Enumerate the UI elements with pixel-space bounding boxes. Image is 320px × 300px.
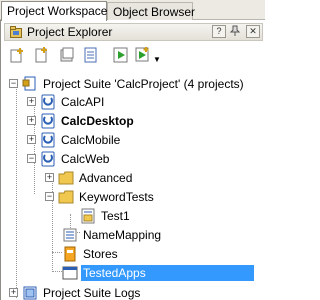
tree-item-label: Test1: [101, 208, 130, 223]
pin-icon[interactable]: [228, 25, 242, 38]
tree-item-calcmobile[interactable]: + CalcMobile: [27, 130, 122, 149]
tree-line: [52, 271, 62, 272]
panel-title: Project Explorer: [27, 25, 113, 39]
open-icon[interactable]: [59, 47, 75, 63]
tree-item-label: CalcWeb: [61, 151, 110, 166]
new-item-icon[interactable]: [33, 47, 49, 63]
name-mapping-icon: [63, 228, 77, 241]
expand-icon[interactable]: +: [27, 135, 36, 144]
tree-line: [16, 82, 17, 298]
project-explorer-panel: Project Explorer ? ✕ ▼ − Project Suite '…: [0, 20, 265, 300]
workspace-tabs: Project Workspace Object Browser: [0, 0, 265, 21]
tree-item-label: CalcMobile: [61, 132, 121, 147]
logs-icon: [23, 286, 37, 299]
tree-item-calcapi[interactable]: + CalcAPI: [27, 92, 106, 111]
keyword-test-icon: [81, 208, 95, 223]
tree-item-test1[interactable]: Test1: [80, 206, 132, 225]
tree-item-label: TestedApps: [81, 264, 254, 281]
tree-item-testedapps[interactable]: TestedApps: [62, 263, 254, 282]
collapse-icon[interactable]: −: [45, 192, 54, 201]
project-explorer-title-bar: Project Explorer ? ✕: [4, 23, 263, 41]
expand-icon[interactable]: +: [27, 97, 36, 106]
close-icon[interactable]: ✕: [246, 25, 260, 38]
project-icon: [41, 94, 55, 109]
run-options-icon[interactable]: [135, 47, 151, 63]
tree-item-stores[interactable]: Stores: [62, 244, 120, 263]
chevron-down-icon[interactable]: ▼: [153, 55, 161, 64]
tree-item-label: KeywordTests: [79, 189, 154, 204]
tree-item-calcdesktop[interactable]: + CalcDesktop: [27, 111, 136, 130]
run-icon[interactable]: [113, 47, 129, 63]
project-explorer-icon: [10, 26, 22, 38]
tree-item-label: Advanced: [79, 170, 133, 185]
tree-item-calcweb[interactable]: − CalcWeb: [27, 149, 111, 168]
collapse-icon[interactable]: −: [27, 154, 36, 163]
tree-item-keywordtests[interactable]: − KeywordTests: [45, 187, 156, 206]
tree-item-label: Stores: [83, 246, 118, 261]
help-button[interactable]: ?: [212, 25, 226, 38]
tree-item-label: Project Suite 'CalcProject' (4 projects): [43, 76, 244, 91]
expand-icon[interactable]: +: [9, 288, 18, 297]
tree-item-label: NameMapping: [83, 227, 162, 242]
add-icon[interactable]: [9, 47, 25, 63]
folder-icon: [58, 190, 74, 203]
stores-icon: [64, 246, 76, 261]
tree-item-project-suite-logs[interactable]: + Project Suite Logs: [9, 283, 142, 300]
project-icon: [41, 132, 55, 147]
project-tree: − Project Suite 'CalcProject' (4 project…: [4, 68, 263, 300]
project-suite-icon: [22, 76, 36, 90]
tab-object-browser[interactable]: Object Browser: [107, 2, 195, 20]
properties-icon[interactable]: [83, 47, 99, 63]
tree-item-project-suite[interactable]: − Project Suite 'CalcProject' (4 project…: [9, 74, 246, 93]
tree-item-advanced[interactable]: + Advanced: [45, 168, 134, 187]
explorer-toolbar: ▼: [4, 45, 263, 67]
project-icon: [41, 113, 55, 128]
folder-icon: [58, 171, 74, 184]
expand-icon[interactable]: +: [45, 173, 54, 182]
tree-item-label: CalcAPI: [61, 94, 105, 109]
tree-item-label: Project Suite Logs: [43, 285, 141, 300]
project-icon: [41, 151, 55, 166]
expand-icon[interactable]: +: [27, 116, 36, 125]
tree-line: [52, 252, 62, 253]
tested-apps-icon: [62, 266, 78, 279]
tab-project-workspace[interactable]: Project Workspace: [1, 1, 107, 21]
collapse-icon[interactable]: −: [9, 79, 18, 88]
tree-item-label: CalcDesktop: [61, 113, 134, 128]
tree-item-namemapping[interactable]: NameMapping: [62, 225, 163, 244]
